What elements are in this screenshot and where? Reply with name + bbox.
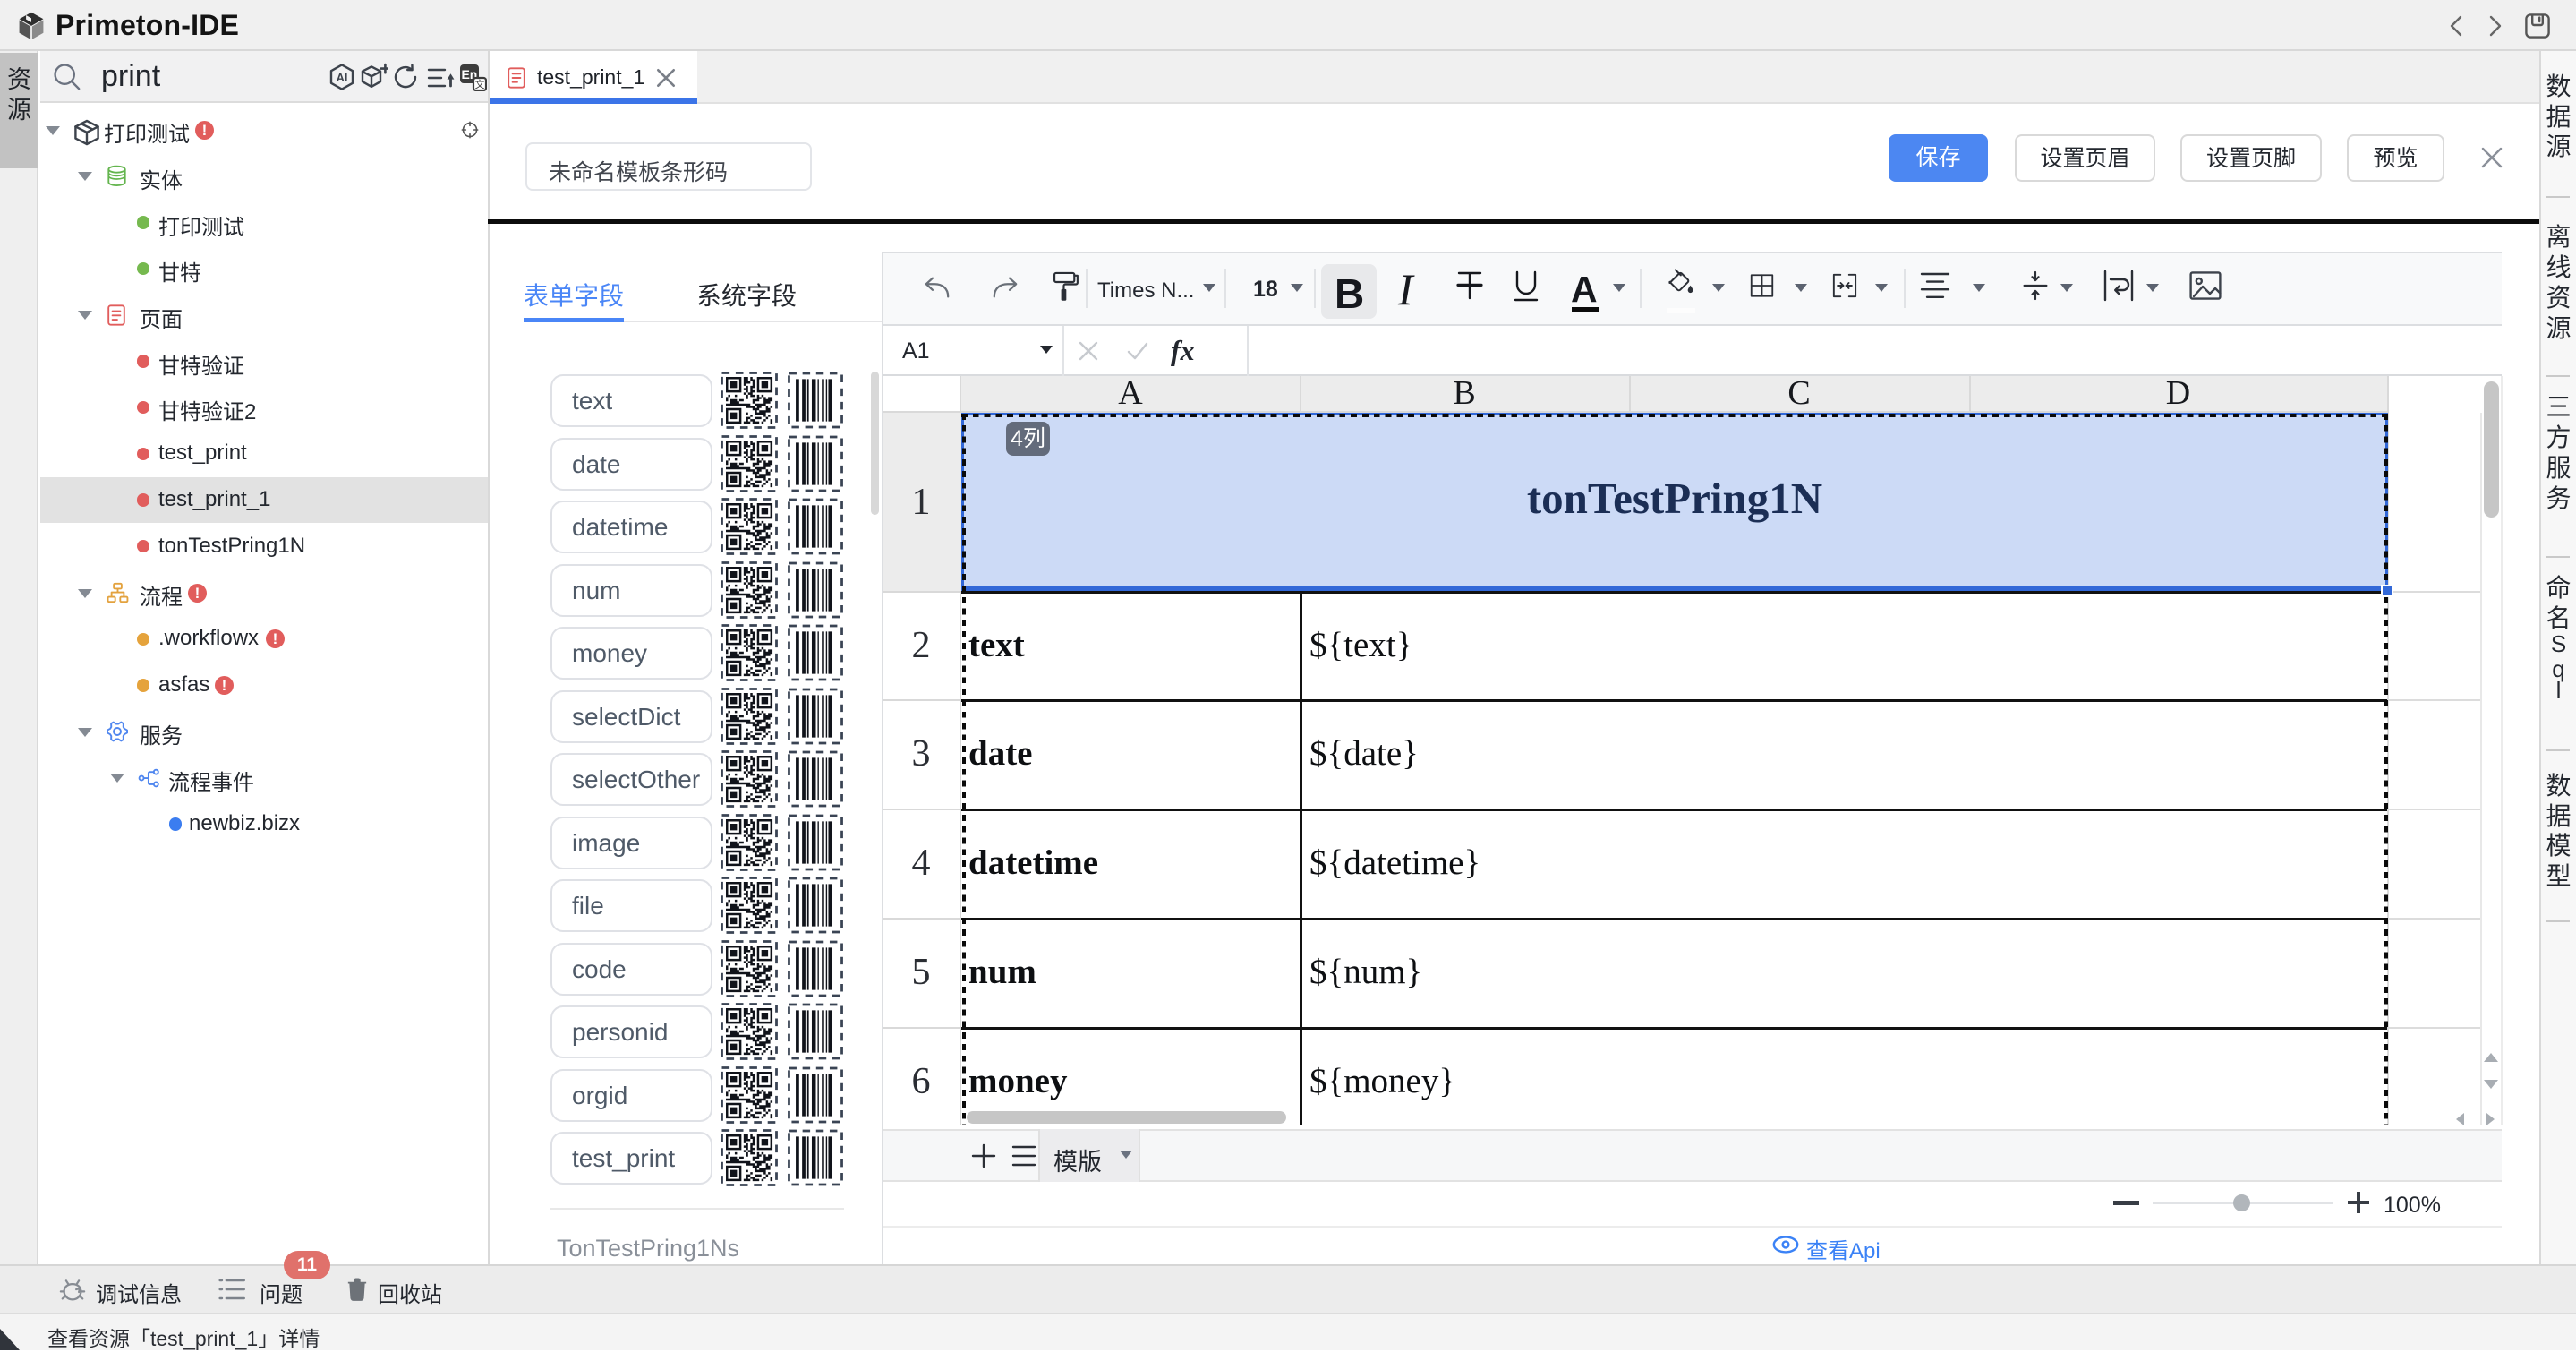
- svg-text:AI: AI: [337, 71, 348, 84]
- svg-text:文: 文: [475, 78, 485, 90]
